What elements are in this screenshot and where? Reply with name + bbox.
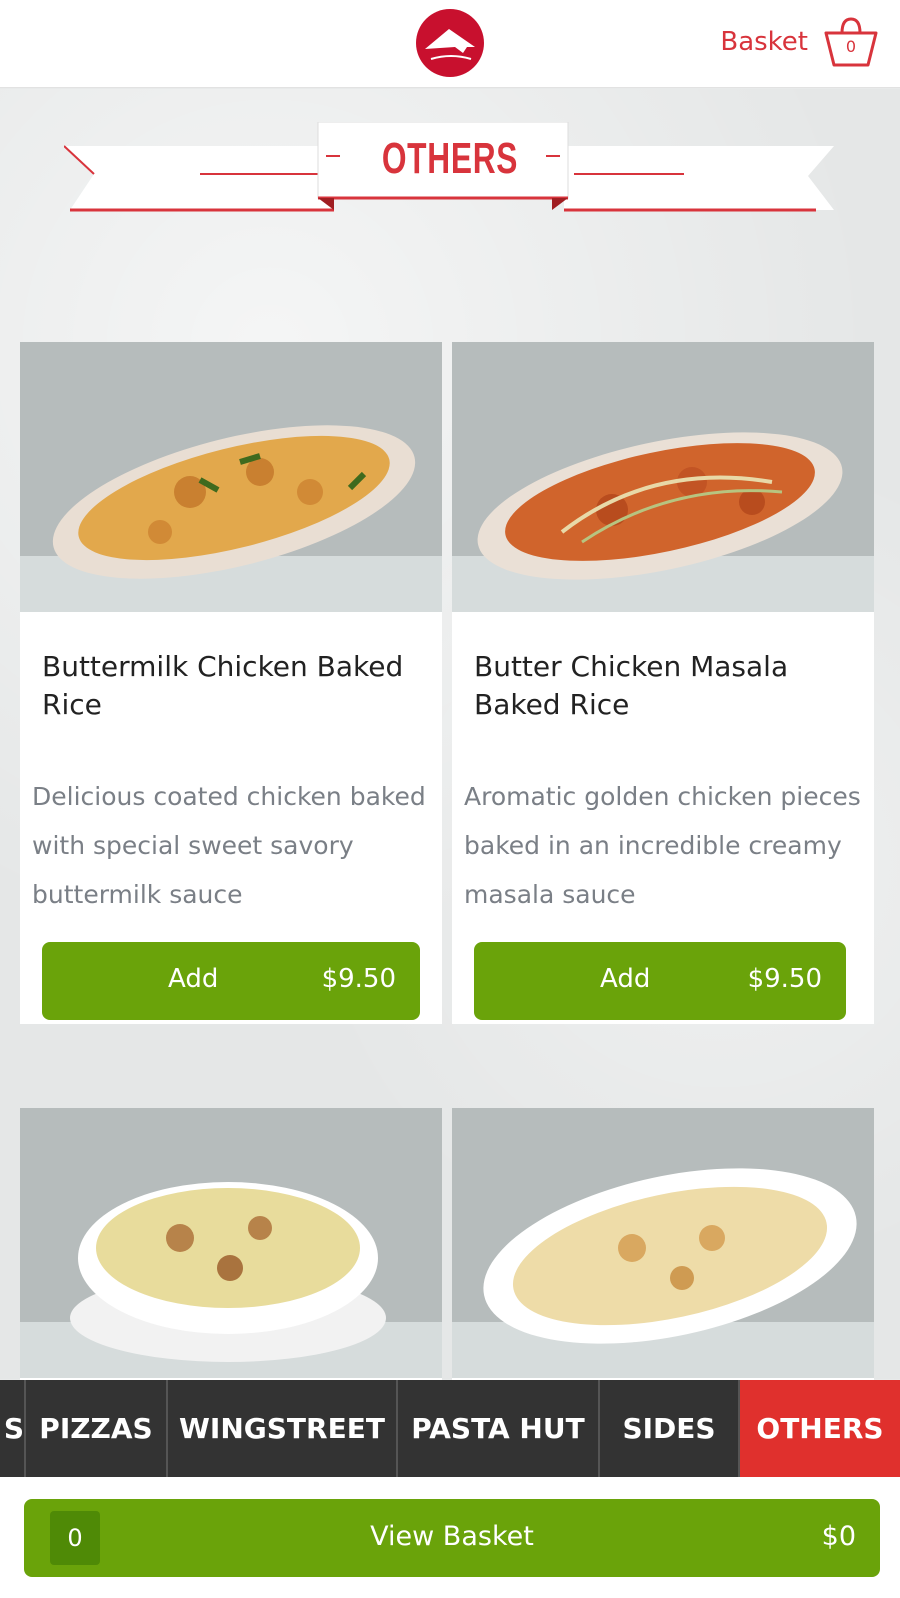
view-basket-button[interactable]: 0 View Basket $0	[24, 1499, 880, 1577]
basket-icon: 0	[822, 15, 880, 69]
product-name: Butter Chicken Masala Baked Rice	[474, 650, 789, 721]
product-image	[452, 1108, 874, 1378]
product-description: Aromatic golden chicken pieces baked in …	[464, 782, 861, 909]
tab-sides[interactable]: SIDES	[600, 1380, 740, 1477]
tab-pasta-hut[interactable]: PASTA HUT	[398, 1380, 600, 1477]
tab-wingstreet[interactable]: WINGSTREET	[168, 1380, 398, 1477]
category-tabs: S PIZZAS WINGSTREET PASTA HUT SIDES OTHE…	[0, 1380, 900, 1477]
product-price: $9.50	[321, 964, 396, 994]
product-image	[20, 1108, 442, 1378]
add-to-basket-button[interactable]: Add $9.50	[474, 942, 846, 1020]
product-card-butter-chicken: Butter Chicken Masala Baked Rice Aromati…	[452, 342, 874, 1024]
tab-label: SIDES	[622, 1412, 716, 1445]
add-label: Add	[600, 964, 651, 994]
basket-count: 0	[845, 37, 857, 56]
product-image	[20, 342, 442, 612]
tab-label: S	[3, 1412, 24, 1445]
tab-label: PIZZAS	[39, 1412, 153, 1445]
product-card-3	[20, 1108, 442, 1380]
add-to-basket-button[interactable]: Add $9.50	[42, 942, 420, 1020]
tab-previous[interactable]: S	[0, 1380, 26, 1477]
section-title: OTHERS	[381, 134, 519, 183]
top-header: Basket 0	[0, 0, 900, 88]
product-description: Delicious coated chicken baked with spec…	[32, 782, 426, 909]
product-card-4	[452, 1108, 874, 1380]
product-card-buttermilk: Buttermilk Chicken Baked Rice Delicious …	[20, 342, 442, 1024]
pizza-hut-logo[interactable]	[411, 7, 489, 79]
basket-label: Basket	[720, 27, 808, 57]
tab-others[interactable]: OTHERS	[740, 1380, 900, 1477]
tab-label: OTHERS	[756, 1412, 884, 1445]
footer: 0 View Basket $0	[0, 1477, 900, 1598]
product-image	[452, 342, 874, 612]
add-label: Add	[168, 964, 219, 994]
product-name: Buttermilk Chicken Baked Rice	[42, 650, 404, 721]
product-price: $9.50	[747, 964, 822, 994]
basket-total: $0	[821, 1521, 856, 1552]
view-basket-label: View Basket	[370, 1521, 534, 1552]
tab-label: WINGSTREET	[179, 1412, 385, 1445]
tab-label: PASTA HUT	[411, 1412, 585, 1445]
tab-pizzas[interactable]: PIZZAS	[26, 1380, 168, 1477]
basket-button[interactable]: Basket 0	[720, 14, 880, 70]
